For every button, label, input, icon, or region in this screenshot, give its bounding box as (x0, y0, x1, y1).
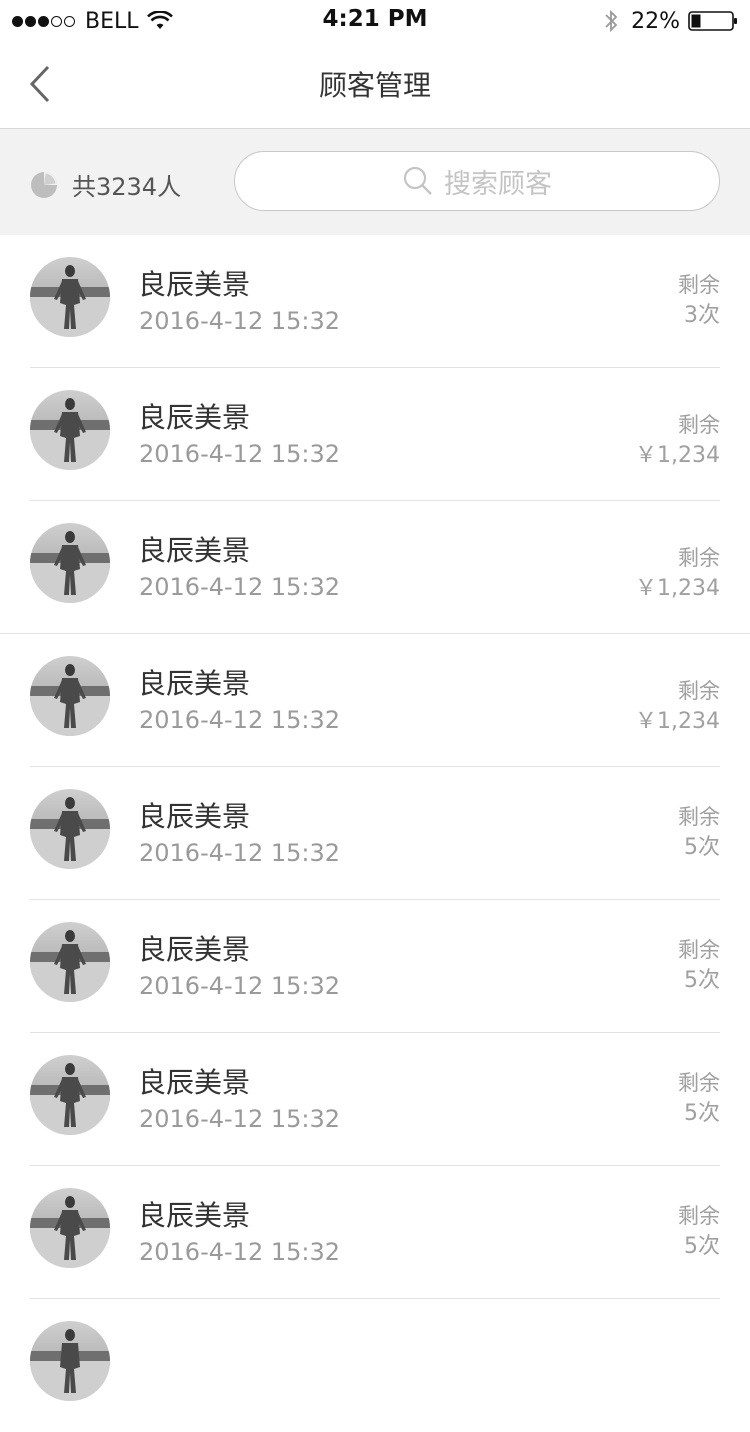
list-item[interactable]: 良辰美景 2016-4-12 15:32 剩余 5次 (0, 1166, 750, 1299)
remaining-value: 5次 (684, 1101, 720, 1126)
list-item[interactable]: 良辰美景 2016-4-12 15:32 剩余 5次 (0, 900, 750, 1033)
list-item[interactable]: 良辰美景 2016-4-12 15:32 剩余 ￥1,234 (0, 634, 750, 767)
status-right: 22% (603, 8, 738, 34)
battery-icon (688, 11, 737, 31)
avatar (30, 1321, 110, 1401)
avatar (30, 523, 110, 603)
remaining-value: ￥1,234 (635, 576, 720, 601)
remaining-label: 剩余 (678, 938, 720, 962)
remaining-value: ￥1,234 (635, 709, 720, 734)
avatar (30, 390, 110, 470)
customer-name: 良辰美景 (138, 401, 251, 434)
search-icon (403, 166, 432, 195)
customer-date: 2016-4-12 15:32 (139, 307, 340, 335)
customer-name: 良辰美景 (138, 1066, 251, 1099)
remaining-label: 剩余 (678, 805, 720, 829)
list-item[interactable]: 良辰美景 2016-4-12 15:32 剩余 ￥1,234 (0, 368, 750, 501)
summary-bar: 共3234人 搜索顾客 (0, 129, 750, 235)
avatar (30, 257, 110, 337)
pie-chart-icon (31, 171, 57, 198)
customer-date: 2016-4-12 15:32 (139, 1238, 340, 1266)
remaining-label: 剩余 (678, 1204, 720, 1228)
search-placeholder: 搜索顾客 (444, 168, 552, 200)
customer-date: 2016-4-12 15:32 (139, 440, 340, 468)
customer-name: 良辰美景 (138, 667, 251, 700)
avatar (30, 922, 110, 1002)
customer-date: 2016-4-12 15:32 (139, 972, 340, 1000)
list-item[interactable]: 良辰美景 2016-4-12 15:32 剩余 ￥1,234 (0, 501, 750, 634)
remaining-label: 剩余 (678, 546, 720, 570)
list-item[interactable]: 良辰美景 2016-4-12 15:32 剩余 5次 (0, 1033, 750, 1166)
remaining-value: 5次 (684, 835, 720, 860)
customer-list: 良辰美景 2016-4-12 15:32 剩余 3次 良辰美景 2016-4-1… (0, 235, 750, 1432)
remaining-value: 5次 (684, 968, 720, 993)
customer-count: 共3234人 (30, 167, 181, 202)
battery-percent: 22% (631, 8, 680, 34)
page-title: 顾客管理 (318, 69, 431, 102)
search-input[interactable]: 搜索顾客 (234, 151, 720, 211)
list-item[interactable]: 良辰美景 2016-4-12 15:32 剩余 3次 (0, 235, 750, 368)
customer-date: 2016-4-12 15:32 (139, 706, 340, 734)
customer-date: 2016-4-12 15:32 (139, 1105, 340, 1133)
customer-name: 良辰美景 (138, 534, 251, 567)
list-item[interactable] (0, 1299, 750, 1432)
navigation-bar: 顾客管理 (0, 40, 750, 129)
customer-date: 2016-4-12 15:32 (139, 573, 340, 601)
remaining-value: 5次 (684, 1234, 720, 1259)
remaining-value: ￥1,234 (635, 443, 720, 468)
customer-name: 良辰美景 (138, 1199, 251, 1232)
bluetooth-icon (605, 9, 618, 33)
list-item[interactable]: 良辰美景 2016-4-12 15:32 剩余 5次 (0, 767, 750, 900)
remaining-value: 3次 (684, 303, 720, 328)
customer-count-text: 共3234人 (72, 173, 182, 201)
remaining-label: 剩余 (678, 1071, 720, 1095)
remaining-label: 剩余 (678, 413, 720, 437)
avatar (30, 1188, 110, 1268)
customer-date: 2016-4-12 15:32 (139, 839, 340, 867)
avatar (30, 656, 110, 736)
avatar (30, 1055, 110, 1135)
remaining-label: 剩余 (678, 273, 720, 297)
customer-name: 良辰美景 (138, 800, 251, 833)
customer-name: 良辰美景 (138, 268, 251, 301)
avatar (30, 789, 110, 869)
status-bar: BELL 4:21 PM 22% (0, 0, 750, 40)
remaining-label: 剩余 (678, 679, 720, 703)
customer-name: 良辰美景 (138, 933, 251, 966)
